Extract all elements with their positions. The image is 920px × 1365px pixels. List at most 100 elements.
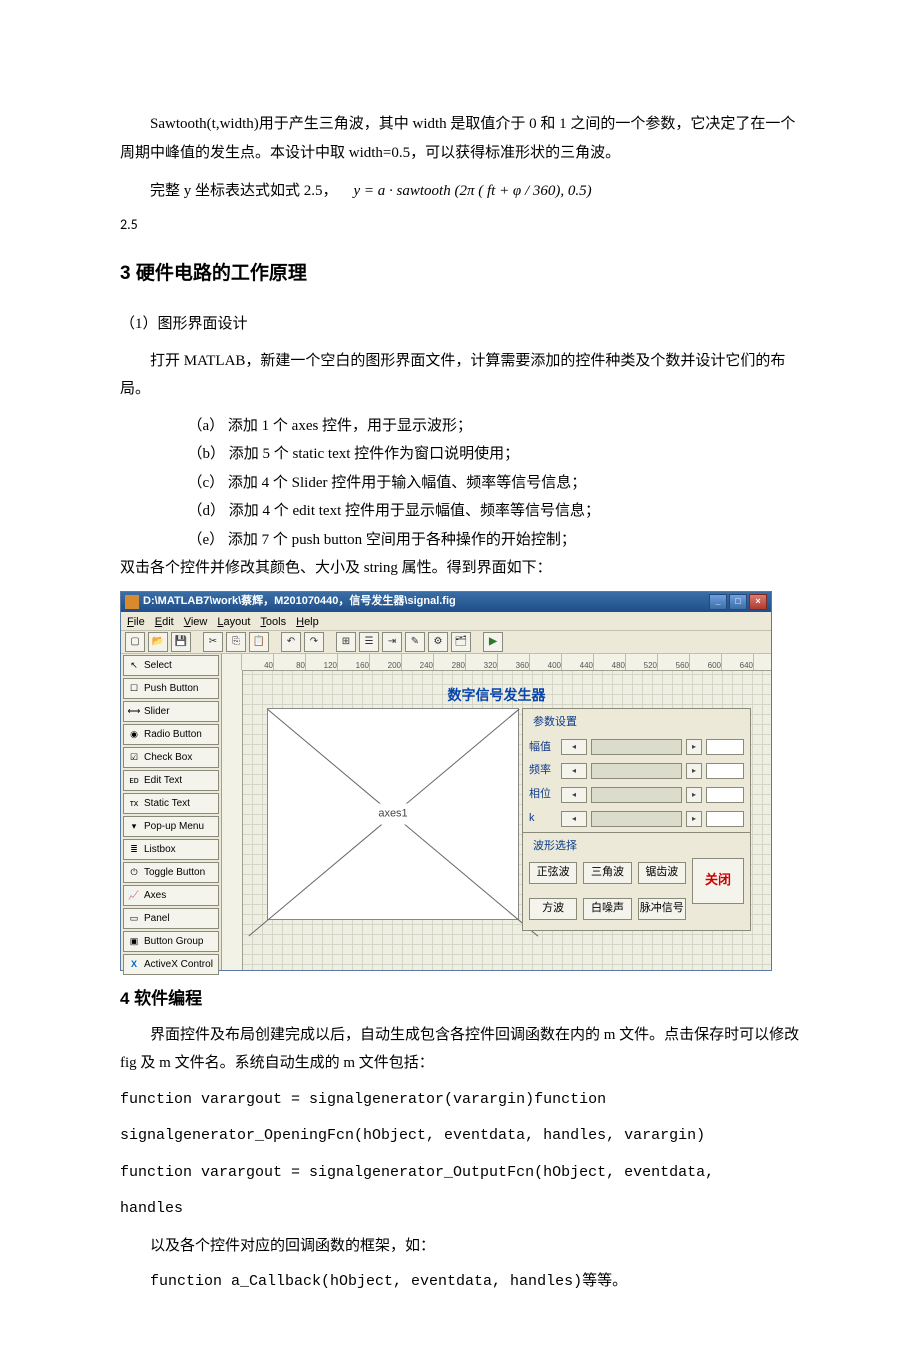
- slider-right-icon[interactable]: ▸: [686, 739, 702, 755]
- tool-tab-order[interactable]: ⇥: [382, 632, 402, 652]
- slider-right-icon[interactable]: ▸: [686, 763, 702, 779]
- code-line: function a_Callback(hObject, eventdata, …: [120, 1268, 800, 1297]
- axes-label: axes1: [374, 803, 411, 824]
- heading-4: 4 软件编程: [120, 983, 800, 1015]
- tool-inspector[interactable]: ⚙: [428, 632, 448, 652]
- tool-redo[interactable]: ↷: [304, 632, 324, 652]
- tool-open[interactable]: 📂: [148, 632, 168, 652]
- param-row-frequency: 频率 ◂ ▸: [529, 760, 744, 781]
- canvas-title[interactable]: 数字信号发生器: [448, 682, 546, 709]
- window-titlebar[interactable]: D:\MATLAB7\work\蔡辉，M201070440，信号发生器\sign…: [121, 592, 771, 612]
- menu-edit[interactable]: Edit: [155, 612, 174, 630]
- tool-browser[interactable]: 🗂: [451, 632, 471, 652]
- code-line: handles: [120, 1195, 800, 1224]
- menu-layout[interactable]: Layout: [217, 612, 250, 630]
- window-title: D:\MATLAB7\work\蔡辉，M201070440，信号发生器\sign…: [143, 591, 456, 612]
- menu-bar[interactable]: FFileile Edit View Layout Tools Help: [121, 612, 771, 630]
- paragraph: 界面控件及布局创建完成以后，自动生成包含各控件回调函数在内的 m 文件。点击保存…: [120, 1021, 800, 1078]
- slider-right-icon[interactable]: ▸: [686, 787, 702, 803]
- button-pulse[interactable]: 脉冲信号: [638, 898, 686, 920]
- param-row-phase: 相位 ◂ ▸: [529, 784, 744, 805]
- menu-help[interactable]: Help: [296, 612, 319, 630]
- formula-math: y = a · sawtooth (2π ( ft + φ / 360), 0.…: [338, 177, 592, 206]
- app-icon: [125, 595, 139, 609]
- paragraph: 以及各个控件对应的回调函数的框架，如：: [120, 1232, 800, 1261]
- formula-row: 完整 y 坐标表达式如式 2.5， y = a · sawtooth (2π (…: [120, 177, 800, 206]
- menu-file[interactable]: FFileile: [127, 612, 145, 630]
- param-label: 相位: [529, 784, 557, 805]
- menu-tools[interactable]: Tools: [260, 612, 286, 630]
- edit-text[interactable]: [706, 811, 744, 827]
- slider-left-icon[interactable]: ◂: [561, 811, 587, 827]
- panel-parameters[interactable]: 参数设置 幅值 ◂ ▸ 频率 ◂ ▸: [522, 708, 751, 839]
- palette-radio-button[interactable]: ◉Radio Button: [123, 724, 219, 745]
- list-item-a: （a） 添加 1 个 axes 控件，用于显示波形；: [120, 412, 800, 441]
- matlab-guide-screenshot: D:\MATLAB7\work\蔡辉，M201070440，信号发生器\sign…: [120, 591, 772, 971]
- palette-check-box[interactable]: ☑Check Box: [123, 747, 219, 768]
- param-row-k: k ◂ ▸: [529, 808, 744, 829]
- list-item-d: （d） 添加 4 个 edit text 控件用于显示幅值、频率等信号信息；: [120, 497, 800, 526]
- button-triangle[interactable]: 三角波: [583, 862, 631, 884]
- palette-axes[interactable]: 📈Axes: [123, 885, 219, 906]
- tool-menu-editor[interactable]: ☰: [359, 632, 379, 652]
- slider-track[interactable]: [591, 763, 682, 779]
- slider-track[interactable]: [591, 739, 682, 755]
- tool-run[interactable]: ▶: [483, 632, 503, 652]
- param-label: k: [529, 808, 557, 829]
- palette-listbox[interactable]: ≣Listbox: [123, 839, 219, 860]
- palette-toggle-button[interactable]: ⏻Toggle Button: [123, 862, 219, 883]
- toolbar: ▢ 📂 💾 ✂ ⎘ 📋 ↶ ↷ ⊞ ☰ ⇥ ✎ ⚙ 🗂 ▶: [121, 630, 771, 654]
- formula-lead: 完整 y 坐标表达式如式 2.5，: [120, 177, 338, 206]
- ruler-horizontal: 40 80 120 160 200 240 280 320 360 400 44…: [222, 654, 771, 671]
- layout-canvas[interactable]: 40 80 120 160 200 240 280 320 360 400 44…: [222, 654, 771, 970]
- slider-track[interactable]: [591, 787, 682, 803]
- palette-panel[interactable]: ▭Panel: [123, 908, 219, 929]
- component-palette: ↖Select ☐Push Button ⟷Slider ◉Radio Butt…: [121, 654, 222, 970]
- panel-title: 波形选择: [529, 835, 744, 858]
- palette-static-text[interactable]: ᴛxStatic Text: [123, 793, 219, 814]
- paragraph: Sawtooth(t,width)用于产生三角波，其中 width 是取值介于 …: [120, 110, 800, 167]
- tool-m-editor[interactable]: ✎: [405, 632, 425, 652]
- minimize-button[interactable]: _: [709, 594, 727, 610]
- param-label: 幅值: [529, 737, 557, 758]
- edit-text[interactable]: [706, 739, 744, 755]
- slider-track[interactable]: [591, 811, 682, 827]
- tool-copy[interactable]: ⎘: [226, 632, 246, 652]
- close-button[interactable]: ×: [749, 594, 767, 610]
- palette-edit-text[interactable]: ᴇᴅEdit Text: [123, 770, 219, 791]
- slider-left-icon[interactable]: ◂: [561, 787, 587, 803]
- button-close[interactable]: 关闭: [692, 858, 744, 904]
- code-line: signalgenerator_OpeningFcn(hObject, even…: [120, 1122, 800, 1151]
- button-square[interactable]: 方波: [529, 898, 577, 920]
- list-item-c: （c） 添加 4 个 Slider 控件用于输入幅值、频率等信号信息；: [120, 469, 800, 498]
- subheading: （1）图形界面设计: [120, 310, 800, 339]
- tool-new[interactable]: ▢: [125, 632, 145, 652]
- edit-text[interactable]: [706, 763, 744, 779]
- button-whitenoise[interactable]: 白噪声: [583, 898, 631, 920]
- button-sine[interactable]: 正弦波: [529, 862, 577, 884]
- slider-right-icon[interactable]: ▸: [686, 811, 702, 827]
- palette-slider[interactable]: ⟷Slider: [123, 701, 219, 722]
- palette-select[interactable]: ↖Select: [123, 655, 219, 676]
- palette-activex[interactable]: XActiveX Control: [123, 954, 219, 975]
- maximize-button[interactable]: □: [729, 594, 747, 610]
- heading-3: 3 硬件电路的工作原理: [120, 256, 800, 292]
- slider-left-icon[interactable]: ◂: [561, 763, 587, 779]
- button-sawtooth[interactable]: 锯齿波: [638, 862, 686, 884]
- list-item-b: （b） 添加 5 个 static text 控件作为窗口说明使用；: [120, 440, 800, 469]
- tool-paste[interactable]: 📋: [249, 632, 269, 652]
- palette-button-group[interactable]: ▣Button Group: [123, 931, 219, 952]
- tool-undo[interactable]: ↶: [281, 632, 301, 652]
- panel-title: 参数设置: [529, 711, 744, 734]
- edit-text[interactable]: [706, 787, 744, 803]
- slider-left-icon[interactable]: ◂: [561, 739, 587, 755]
- document-page: Sawtooth(t,width)用于产生三角波，其中 width 是取值介于 …: [0, 0, 920, 1365]
- palette-push-button[interactable]: ☐Push Button: [123, 678, 219, 699]
- tool-save[interactable]: 💾: [171, 632, 191, 652]
- tool-cut[interactable]: ✂: [203, 632, 223, 652]
- tool-align[interactable]: ⊞: [336, 632, 356, 652]
- panel-waveform[interactable]: 波形选择 正弦波 三角波 锯齿波 方波 白噪声 脉冲信号: [522, 832, 751, 931]
- axes-control[interactable]: axes1: [267, 708, 519, 920]
- menu-view[interactable]: View: [184, 612, 208, 630]
- palette-popup-menu[interactable]: ▾Pop-up Menu: [123, 816, 219, 837]
